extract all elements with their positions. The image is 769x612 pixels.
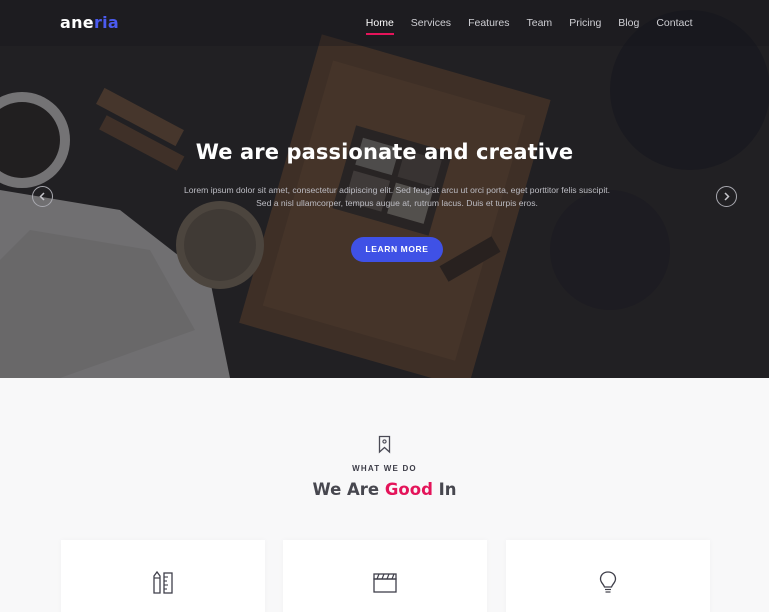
nav-item-features[interactable]: Features <box>460 0 518 46</box>
pencil-ruler-icon <box>153 570 173 594</box>
hero-section: aneria Home Services Features Team Prici… <box>0 0 769 378</box>
section-eyebrow: WHAT WE DO <box>352 464 417 473</box>
clapperboard-icon <box>373 573 397 593</box>
nav-item-home[interactable]: Home <box>357 0 402 46</box>
logo[interactable]: aneria <box>60 13 119 32</box>
nav-item-team[interactable]: Team <box>518 0 561 46</box>
nav-item-services[interactable]: Services <box>402 0 459 46</box>
service-card[interactable] <box>506 540 710 612</box>
nav-menu: Home Services Features Team Pricing Blog… <box>357 0 701 46</box>
chevron-right-icon <box>724 192 730 201</box>
nav-item-pricing[interactable]: Pricing <box>561 0 610 46</box>
section-title: We Are Good In <box>0 480 769 499</box>
lightbulb-icon <box>599 571 617 593</box>
service-card[interactable] <box>61 540 265 612</box>
section-title-part2: In <box>432 480 457 499</box>
hero-description: Lorem ipsum dolor sit amet, consectetur … <box>183 185 611 208</box>
learn-more-button[interactable]: LEARN MORE <box>351 237 443 262</box>
chevron-left-icon <box>39 192 45 201</box>
logo-text-primary: ane <box>60 13 94 32</box>
slider-next-button[interactable] <box>716 186 737 207</box>
hero-title: We are passionate and creative <box>195 140 574 164</box>
slider-prev-button[interactable] <box>32 186 53 207</box>
bookmark-icon <box>378 435 391 454</box>
section-title-part1: We Are <box>312 480 385 499</box>
logo-text-accent: ria <box>93 13 120 32</box>
navbar: aneria Home Services Features Team Prici… <box>0 0 769 46</box>
section-title-accent: Good <box>384 480 433 499</box>
nav-item-blog[interactable]: Blog <box>610 0 648 46</box>
service-card[interactable] <box>283 540 487 612</box>
nav-item-contact[interactable]: Contact <box>648 0 701 46</box>
